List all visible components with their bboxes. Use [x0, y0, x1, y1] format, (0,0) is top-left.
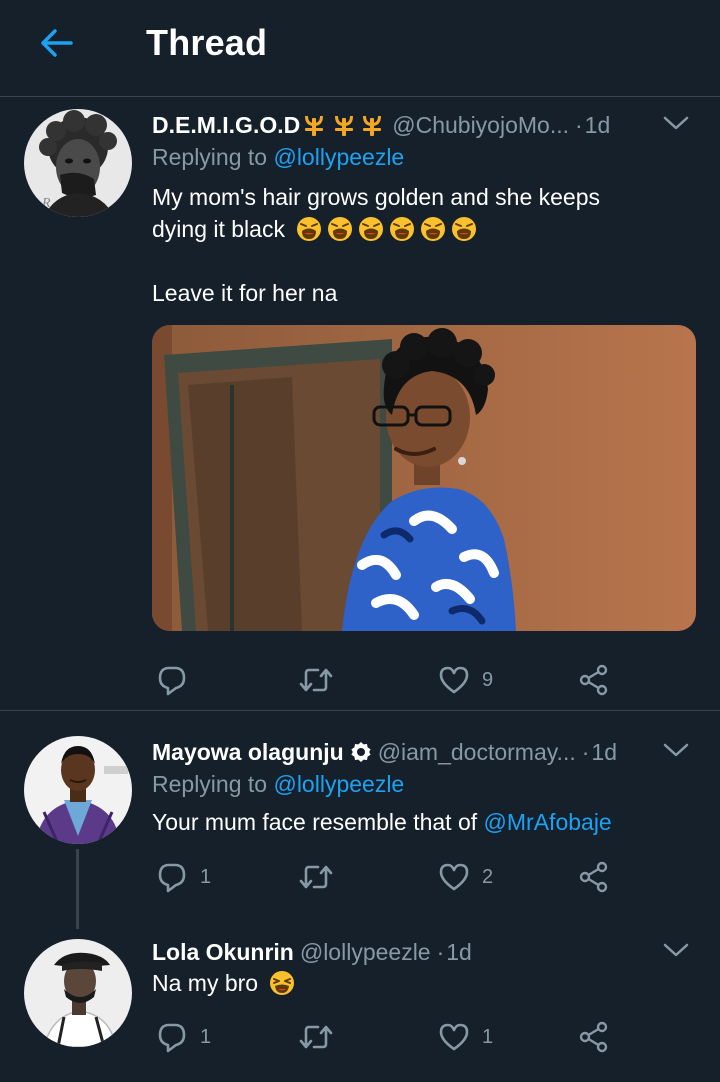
tweet-text-line: Na my bro	[152, 970, 259, 996]
retweet-button[interactable]	[298, 857, 346, 897]
svg-text:R: R	[41, 196, 51, 211]
retweet-icon	[299, 1025, 333, 1049]
chevron-down-icon[interactable]	[658, 935, 694, 965]
tweet-text-line: Your mum face resemble that of	[152, 809, 478, 835]
chevron-down-icon[interactable]	[658, 108, 694, 138]
header-bar: Thread	[0, 0, 720, 97]
heart-icon	[439, 1023, 469, 1051]
tweet-text: My mom's hair grows golden and she keeps…	[152, 181, 696, 309]
tweet-text-line: My mom's hair grows golden and she keeps	[152, 184, 600, 210]
like-count: 2	[482, 865, 494, 888]
display-name[interactable]: D.E.M.I.G.O.D	[152, 112, 300, 139]
separator-dot: ·	[575, 111, 583, 138]
tired-face-emoji	[452, 217, 477, 241]
share-button[interactable]	[578, 660, 610, 700]
retweet-icon	[299, 668, 333, 692]
user-handle[interactable]: @iam_doctormay...	[378, 739, 576, 766]
like-button[interactable]: 2	[438, 857, 493, 897]
like-count: 1	[482, 1025, 494, 1048]
reply-icon	[158, 863, 186, 893]
timestamp[interactable]: 1d	[591, 739, 617, 766]
like-button[interactable]: 1	[438, 1017, 493, 1057]
trident-icon	[302, 112, 386, 138]
tweet-meta: D.E.M.I.G.O.D @ChubiyojoMo... · 1d	[152, 108, 696, 142]
replying-to: Replying to @lollypeezle	[152, 771, 404, 798]
tired-face-emoji	[328, 217, 353, 241]
retweet-button[interactable]	[298, 1017, 346, 1057]
share-icon	[579, 1021, 608, 1053]
replying-prefix: Replying to	[152, 144, 268, 170]
tweet-text-line: dying it black	[152, 216, 285, 242]
tweet-actions: 9	[152, 660, 696, 700]
tired-face-emoji	[421, 217, 446, 241]
tweet-1[interactable]: R D.E.M.I.G.O.D @ChubiyojoMo... · 1d Rep…	[0, 98, 720, 710]
tired-face-emoji-group	[295, 213, 481, 245]
retweet-button[interactable]	[298, 660, 346, 700]
verified-badge-icon	[350, 741, 372, 763]
reply-count: 1	[200, 1025, 212, 1048]
mention-link[interactable]: @lollypeezle	[273, 144, 404, 170]
avatar[interactable]	[24, 939, 132, 1047]
share-icon	[579, 861, 608, 893]
share-button[interactable]	[578, 857, 610, 897]
reply-button[interactable]: 1	[156, 1017, 211, 1057]
tweet-text-line-with-emoji: dying it black	[152, 213, 696, 245]
mention-link[interactable]: @lollypeezle	[273, 771, 404, 797]
timestamp[interactable]: 1d	[446, 939, 472, 966]
tweet-2[interactable]: Mayowa olagunju @iam_doctormay... · 1d R…	[0, 711, 720, 929]
replying-to: Replying to @lollypeezle	[152, 144, 404, 171]
chevron-down-icon[interactable]	[658, 735, 694, 765]
back-arrow-icon[interactable]	[30, 20, 82, 66]
user-handle[interactable]: @lollypeezle	[300, 939, 431, 966]
reply-count: 1	[200, 865, 212, 888]
tweet-meta: Lola Okunrin @lollypeezle · 1d	[152, 935, 696, 969]
timestamp[interactable]: 1d	[585, 112, 611, 139]
tweet-3[interactable]: Lola Okunrin @lollypeezle · 1d Na my bro…	[0, 925, 720, 1082]
heart-icon	[439, 863, 469, 891]
user-handle[interactable]: @ChubiyojoMo...	[392, 112, 569, 139]
tweet-text: Your mum face resemble that of @MrAfobaj…	[152, 806, 696, 838]
replying-prefix: Replying to	[152, 771, 268, 797]
retweet-icon	[299, 865, 333, 889]
thread-connector	[76, 849, 79, 929]
tweet-meta: Mayowa olagunju @iam_doctormay... · 1d	[152, 735, 696, 769]
tweet-actions: 1 1	[152, 1017, 696, 1057]
heart-icon	[439, 666, 469, 694]
like-button[interactable]: 9	[438, 660, 493, 700]
page-title: Thread	[146, 22, 268, 63]
separator-dot: ·	[436, 938, 445, 965]
display-name[interactable]: Lola Okunrin	[152, 939, 294, 966]
tweet-text: Na my bro	[152, 967, 696, 999]
tweet-photo[interactable]	[152, 325, 696, 631]
tired-face-emoji	[359, 217, 384, 241]
tweet-actions: 1 2	[152, 857, 696, 897]
reply-button[interactable]: 1	[156, 857, 211, 897]
share-icon	[579, 664, 608, 696]
display-name[interactable]: Mayowa olagunju	[152, 739, 344, 766]
tweet-text-line: Leave it for her na	[152, 280, 338, 306]
tired-face-emoji	[297, 217, 322, 241]
share-button[interactable]	[578, 1017, 610, 1057]
laughing-face-emoji	[270, 971, 295, 995]
like-count: 9	[482, 668, 494, 691]
avatar[interactable]: R	[24, 109, 132, 217]
tired-face-emoji	[390, 217, 415, 241]
mention-link[interactable]: @MrAfobaje	[484, 809, 612, 835]
avatar[interactable]	[24, 736, 132, 844]
reply-icon	[158, 1023, 186, 1053]
separator-dot: ·	[581, 738, 590, 765]
reply-icon	[158, 666, 186, 696]
reply-button[interactable]	[156, 660, 200, 700]
